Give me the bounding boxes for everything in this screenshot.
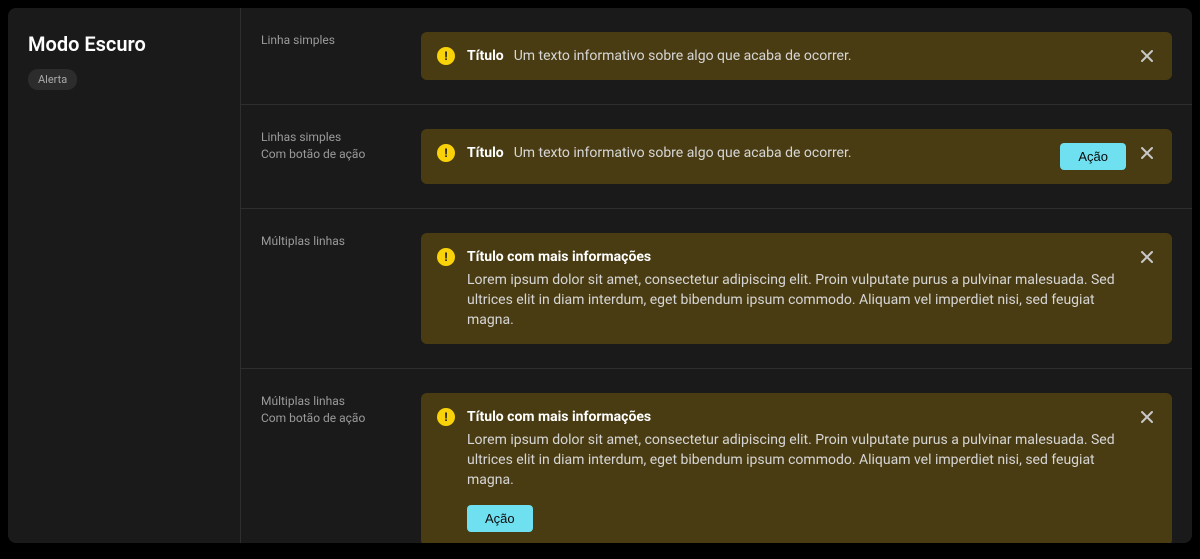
close-icon xyxy=(1140,49,1154,63)
close-button[interactable] xyxy=(1138,47,1156,65)
action-button[interactable]: Ação xyxy=(467,505,533,532)
variant-label-line2: Com botão de ação xyxy=(261,410,421,427)
alert-title: Título xyxy=(467,46,504,66)
alert-text: Um texto informativo sobre algo que acab… xyxy=(514,143,852,163)
alert-text: Lorem ipsum dolor sit amet, consectetur … xyxy=(467,430,1126,491)
action-button[interactable]: Ação xyxy=(1060,143,1126,170)
alert-title: Título com mais informações xyxy=(467,247,1126,267)
alert-title: Título com mais informações xyxy=(467,407,1126,427)
alert-text: Um texto informativo sobre algo que acab… xyxy=(514,46,852,66)
category-badge: Alerta xyxy=(28,69,77,90)
variant-label: Linhas simples Com botão de ação xyxy=(261,129,421,184)
sidebar: Modo Escuro Alerta xyxy=(8,8,240,543)
close-icon xyxy=(1140,410,1154,424)
alert-single-line: Título Um texto informativo sobre algo q… xyxy=(421,32,1172,80)
variant-label-line1: Linhas simples xyxy=(261,129,421,146)
warning-icon xyxy=(437,248,455,266)
warning-icon xyxy=(437,47,455,65)
alert-multiline-action: Título com mais informações Lorem ipsum … xyxy=(421,393,1172,543)
alert-text: Lorem ipsum dolor sit amet, consectetur … xyxy=(467,270,1126,331)
variant-row-multiline-action: Múltiplas linhas Com botão de ação Títul… xyxy=(241,369,1192,543)
variant-label-line1: Múltiplas linhas xyxy=(261,233,421,250)
warning-icon xyxy=(437,408,455,426)
close-button[interactable] xyxy=(1138,144,1156,162)
variant-row-single-line-action: Linhas simples Com botão de ação Título … xyxy=(241,105,1192,209)
close-button[interactable] xyxy=(1138,248,1156,266)
variant-label: Múltiplas linhas xyxy=(261,233,421,344)
warning-icon xyxy=(437,144,455,162)
close-button[interactable] xyxy=(1138,408,1156,426)
variant-label-line1: Múltiplas linhas xyxy=(261,393,421,410)
variant-row-single-line: Linha simples Título Um texto informativ… xyxy=(241,8,1192,105)
close-icon xyxy=(1140,146,1154,160)
main-content: Linha simples Título Um texto informativ… xyxy=(240,8,1192,543)
alert-single-line-action: Título Um texto informativo sobre algo q… xyxy=(421,129,1172,184)
page-title: Modo Escuro xyxy=(28,32,220,56)
close-icon xyxy=(1140,250,1154,264)
variant-label-line2: Com botão de ação xyxy=(261,146,421,163)
alert-multiline: Título com mais informações Lorem ipsum … xyxy=(421,233,1172,344)
variant-label-line1: Linha simples xyxy=(261,32,421,49)
variant-label: Linha simples xyxy=(261,32,421,80)
variant-label: Múltiplas linhas Com botão de ação xyxy=(261,393,421,543)
variant-row-multiline: Múltiplas linhas Título com mais informa… xyxy=(241,209,1192,369)
alert-title: Título xyxy=(467,143,504,163)
